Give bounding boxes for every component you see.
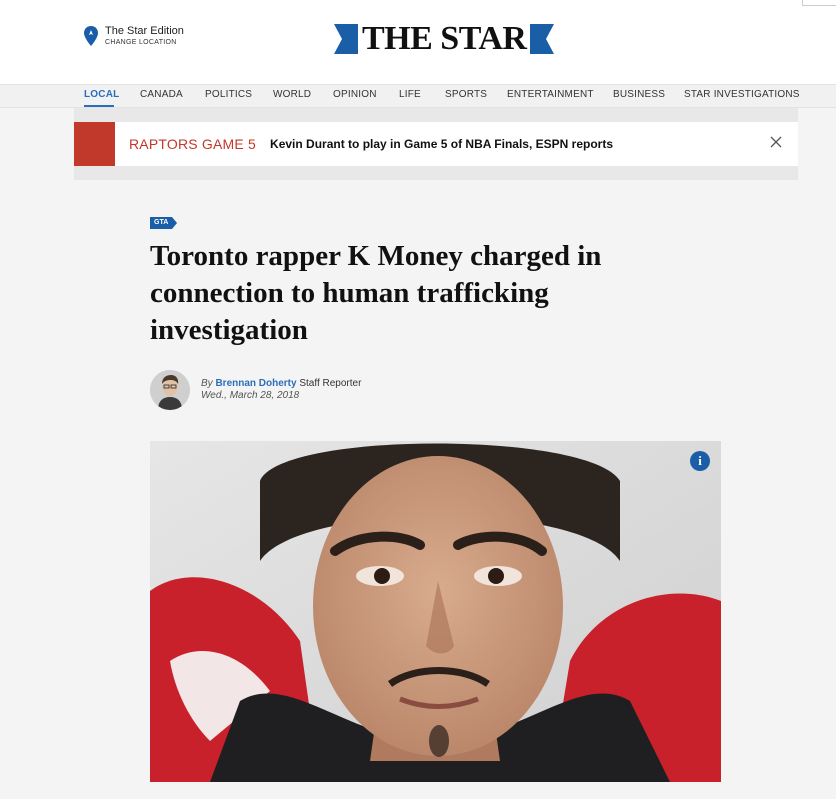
nav-item-opinion[interactable]: OPINION: [333, 89, 377, 100]
article-headline: Toronto rapper K Money charged in connec…: [150, 240, 602, 346]
byline: By Brennan Doherty Staff Reporter Wed., …: [150, 370, 361, 410]
site-logo[interactable]: THE STAR: [334, 20, 555, 57]
byline-prefix: By: [201, 378, 213, 389]
publish-date: Wed., March 28, 2018: [201, 390, 300, 401]
breaking-news-banner[interactable]: RAPTORS GAME 5 Kevin Durant to play in G…: [74, 122, 798, 166]
location-pin-icon: [84, 26, 98, 46]
author-link[interactable]: Brennan Doherty: [215, 378, 296, 389]
nav-item-business[interactable]: BUSINESS: [613, 89, 665, 100]
nav-item-local[interactable]: LOCAL: [84, 89, 119, 100]
article-photo-image: [150, 441, 721, 782]
logo-wordmark: THE STAR: [362, 20, 527, 57]
edition-title: The Star Edition: [105, 25, 184, 37]
breaking-accent-block: [74, 122, 115, 166]
nav-item-canada[interactable]: CANADA: [140, 89, 183, 100]
nav-item-entertainment[interactable]: ENTERTAINMENT: [507, 89, 594, 100]
nav-item-politics[interactable]: POLITICS: [205, 89, 252, 100]
info-icon[interactable]: i: [690, 451, 710, 471]
edition-selector[interactable]: The Star Edition CHANGE LOCATION: [84, 24, 184, 48]
nav-item-world[interactable]: WORLD: [273, 89, 311, 100]
site-header: The Star Edition CHANGE LOCATION THE STA…: [0, 0, 836, 84]
window-corner: [802, 0, 836, 6]
change-location-link[interactable]: CHANGE LOCATION: [105, 38, 184, 48]
logo-left-flag-icon: [334, 24, 358, 54]
author-portrait-image: [150, 370, 190, 410]
byline-text: By Brennan Doherty Staff Reporter Wed., …: [201, 378, 361, 402]
breaking-news-area: RAPTORS GAME 5 Kevin Durant to play in G…: [74, 108, 798, 180]
breaking-tag: RAPTORS GAME 5: [129, 136, 257, 152]
author-avatar[interactable]: [150, 370, 190, 410]
close-icon[interactable]: [768, 134, 784, 150]
section-tag[interactable]: GTA: [150, 217, 178, 229]
nav-item-star-investigations[interactable]: STAR INVESTIGATIONS: [684, 89, 800, 100]
breaking-headline-link[interactable]: Kevin Durant to play in Game 5 of NBA Fi…: [270, 137, 613, 151]
nav-item-sports[interactable]: SPORTS: [445, 89, 487, 100]
section-nav: LOCAL CANADA POLITICS WORLD OPINION LIFE…: [0, 84, 836, 108]
nav-item-life[interactable]: LIFE: [399, 89, 421, 100]
active-nav-indicator: [84, 105, 114, 107]
author-role: Staff Reporter: [299, 378, 362, 389]
article-photo[interactable]: [150, 441, 721, 782]
logo-right-flag-icon: [530, 24, 555, 54]
